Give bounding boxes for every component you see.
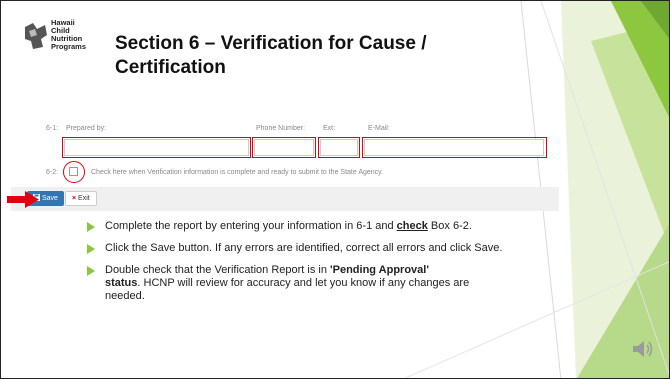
list-item: Complete the report by entering your inf… <box>85 220 505 233</box>
close-icon: × <box>72 195 77 202</box>
speaker-icon[interactable] <box>631 337 655 361</box>
save-label: Save <box>41 195 58 202</box>
bullet-1-end: Box 6-2. <box>427 220 472 232</box>
prepared-by-highlight <box>62 137 251 158</box>
ext-highlight <box>318 137 360 158</box>
bullet-3-emphasis: 'Pending Approval' <box>330 264 429 276</box>
title-line-1: Section 6 – Verification for Cause / <box>115 33 427 54</box>
title-line-2: Certification <box>115 57 226 78</box>
bullet-3-status: status <box>105 277 138 289</box>
hawaii-logo-icon <box>23 21 49 51</box>
red-arrow-icon <box>7 191 39 208</box>
checkbox-highlight-circle <box>63 161 85 183</box>
instruction-list: Complete the report by entering your inf… <box>85 220 505 312</box>
logo-text: Hawaii Child Nutrition Programs <box>51 19 86 51</box>
logo-line: Programs <box>51 42 87 51</box>
slide-title: Section 6 – Verification for Cause / Cer… <box>115 32 495 80</box>
row-number-6-2: 6-2: <box>46 169 59 176</box>
bullet-1-emphasis: check <box>396 220 428 232</box>
email-highlight <box>362 137 547 158</box>
list-item: Click the Save button. If any errors are… <box>85 242 505 255</box>
hawaii-cnp-logo: Hawaii Child Nutrition Programs <box>23 19 95 63</box>
bullet-3-text: Double check that the Verification Repor… <box>105 264 331 276</box>
ext-label: Ext: <box>323 125 336 132</box>
email-label: E-Mail: <box>368 125 390 132</box>
bullet-1-text: Complete the report by entering your inf… <box>105 220 397 232</box>
check-text: Check here when Verification information… <box>91 169 384 176</box>
bullet-arrow-icon <box>87 244 95 254</box>
list-item: Double check that the Verification Repor… <box>85 264 505 303</box>
bullet-2-text: Click the Save button. If any errors are… <box>105 242 503 254</box>
phone-label: Phone Number: <box>256 125 306 132</box>
phone-highlight <box>252 137 316 158</box>
row-number-6-1: 6-1: <box>46 125 59 132</box>
exit-label: Exit <box>78 195 90 202</box>
slide: Hawaii Child Nutrition Programs Section … <box>0 0 670 379</box>
bullet-arrow-icon <box>87 222 95 232</box>
bullet-arrow-icon <box>87 266 95 276</box>
exit-button[interactable]: × Exit <box>65 191 97 206</box>
bullet-3-end: . HCNP will review for accuracy and let … <box>105 277 470 302</box>
prepared-by-label: Prepared by: <box>66 125 107 132</box>
form-toolbar: Save × Exit <box>11 187 559 211</box>
